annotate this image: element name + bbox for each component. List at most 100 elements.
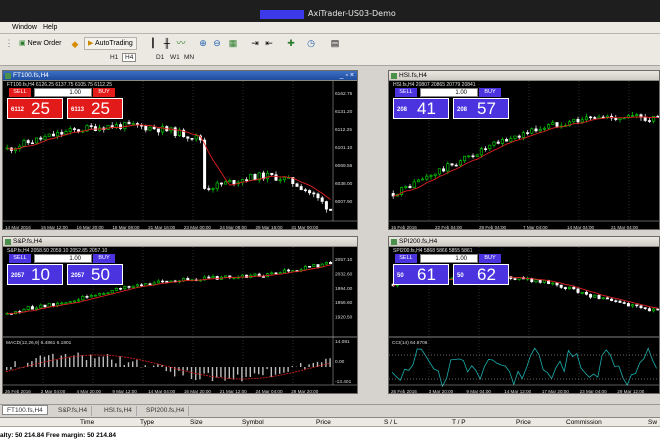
sell-quote[interactable]: 6112 25 bbox=[7, 98, 63, 119]
col-symbol[interactable]: Symbol bbox=[242, 419, 264, 426]
candle bbox=[500, 139, 504, 144]
chart-window-titlebar[interactable]: S&P.fs,H4 bbox=[3, 237, 357, 247]
buy-button[interactable]: BUY bbox=[479, 88, 501, 97]
candle bbox=[85, 296, 89, 298]
tab-ft100[interactable]: FT100.fs,H4 bbox=[2, 405, 48, 415]
candle bbox=[127, 121, 131, 125]
col-type[interactable]: Type bbox=[140, 419, 154, 426]
candle bbox=[509, 138, 513, 142]
candle bbox=[626, 303, 630, 307]
chart-area[interactable]: 2057.10 2032.60 1994.00 1956.60 1920.50 MACD(… bbox=[3, 247, 357, 393]
col-time[interactable]: Time bbox=[80, 419, 94, 426]
chart-window-titlebar[interactable]: SPI200.fs,H4 bbox=[389, 237, 659, 247]
buy-button[interactable]: BUY bbox=[93, 88, 115, 97]
candle bbox=[56, 302, 60, 306]
moving-average-line bbox=[7, 124, 331, 200]
indicators-icon[interactable]: ✚ bbox=[286, 38, 296, 48]
tab-spi200[interactable]: SPI200.fs,H4 bbox=[142, 406, 190, 416]
col-swap[interactable]: Sw bbox=[648, 419, 657, 426]
candle bbox=[127, 286, 131, 288]
new-order-button[interactable]: ▣ New Order bbox=[18, 37, 62, 50]
chart-window-titlebar[interactable]: HSI.fs,H4 bbox=[389, 71, 659, 81]
candlestick-icon[interactable]: ╫ bbox=[162, 38, 172, 48]
candle bbox=[416, 179, 420, 183]
lot-size-input[interactable]: 1.00 bbox=[34, 254, 92, 263]
candle bbox=[475, 154, 479, 157]
menu-window[interactable]: Window bbox=[12, 24, 37, 31]
candle bbox=[555, 122, 559, 127]
timeframe-d1[interactable]: D1 bbox=[156, 54, 164, 61]
lot-size-input[interactable]: 1.00 bbox=[420, 88, 478, 97]
bar-chart-icon[interactable]: ┃ bbox=[148, 38, 158, 48]
chart-area[interactable]: CCI(14) 64.8706 26 Feb 2016 3 Mar 20:00 9 M… bbox=[389, 247, 659, 393]
chart-window-hsi[interactable]: HSI.fs,H4 15 Feb 2016 22 Feb 04:00 29 Feb … bbox=[388, 70, 660, 230]
timeframe-mn[interactable]: MN bbox=[184, 54, 194, 61]
line-chart-icon[interactable]: 〰 bbox=[176, 38, 186, 48]
candle bbox=[308, 265, 312, 268]
autotrading-button[interactable]: ▶ AutoTrading bbox=[84, 37, 137, 50]
tile-windows-icon[interactable]: ▦ bbox=[228, 38, 238, 48]
timeframe-h1[interactable]: H1 bbox=[110, 54, 118, 61]
chart-shift-icon[interactable]: ⇤ bbox=[264, 38, 274, 48]
macd-histogram-bar bbox=[211, 367, 214, 382]
autoscroll-icon[interactable]: ⇥ bbox=[250, 38, 260, 48]
periods-icon[interactable]: ◷ bbox=[306, 38, 316, 48]
new-order-icon: ▣ bbox=[19, 40, 26, 47]
menu-help[interactable]: Help bbox=[43, 24, 57, 31]
sell-button[interactable]: SELL bbox=[395, 88, 417, 97]
candle bbox=[156, 128, 160, 133]
tab-hsi[interactable]: HSI.fs,H4 bbox=[100, 406, 137, 416]
col-tp[interactable]: T / P bbox=[452, 419, 466, 426]
col-commission[interactable]: Commission bbox=[566, 419, 602, 426]
timeframe-w1[interactable]: W1 bbox=[170, 54, 180, 61]
indicator-label: MACD(12,26,9) 6.4861 6.1801 bbox=[6, 340, 72, 346]
sell-quote[interactable]: 2057 10 bbox=[7, 264, 63, 285]
chart-area[interactable]: 6162.75 6131.20 6112.25 6101.10 6069.55 6038.… bbox=[3, 81, 357, 229]
buy-quote-prefix: 50 bbox=[457, 273, 464, 279]
sell-button[interactable]: SELL bbox=[395, 254, 417, 263]
col-price-current[interactable]: Price bbox=[516, 419, 531, 426]
timeframe-h4[interactable]: H4 bbox=[122, 53, 137, 62]
buy-quote[interactable]: 6113 25 bbox=[67, 98, 123, 119]
sell-button[interactable]: SELL bbox=[9, 88, 31, 97]
buy-quote[interactable]: 2057 50 bbox=[67, 264, 123, 285]
candle bbox=[274, 174, 278, 181]
col-sl[interactable]: S / L bbox=[384, 419, 397, 426]
candle bbox=[35, 307, 39, 310]
candle bbox=[56, 131, 60, 137]
candle bbox=[64, 302, 68, 305]
col-price[interactable]: Price bbox=[316, 419, 331, 426]
sell-quote[interactable]: 50 61 bbox=[393, 264, 449, 285]
one-click-trading-panel: SELL 1.00 BUY 208 41 208 57 bbox=[393, 88, 511, 121]
col-size[interactable]: Size bbox=[190, 419, 203, 426]
chart-window-ft100[interactable]: FT100.fs,H4 _ ▫ × 6162.75 6131.20 6112.25 61… bbox=[2, 70, 358, 230]
buy-button[interactable]: BUY bbox=[93, 254, 115, 263]
macd-histogram-bar bbox=[111, 359, 113, 367]
candle bbox=[521, 132, 525, 138]
buy-button[interactable]: BUY bbox=[479, 254, 501, 263]
chart-window-titlebar[interactable]: FT100.fs,H4 _ ▫ × bbox=[3, 71, 357, 81]
candle bbox=[593, 294, 597, 298]
lot-size-input[interactable]: 1.00 bbox=[34, 88, 92, 97]
lot-size-input[interactable]: 1.00 bbox=[420, 254, 478, 263]
tab-sp[interactable]: S&P.fs,H4 bbox=[54, 406, 93, 416]
candle bbox=[270, 172, 274, 176]
buy-quote[interactable]: 208 57 bbox=[453, 98, 509, 119]
chart-area[interactable]: 15 Feb 2016 22 Feb 04:00 29 Feb 04:00 7 Mar… bbox=[389, 81, 659, 229]
macd-histogram-bar bbox=[127, 362, 130, 367]
price-tick-label: 6162.75 bbox=[335, 91, 353, 97]
time-tick-label: 3 Mar 20:00 bbox=[429, 389, 454, 393]
chart-window-sp[interactable]: S&P.fs,H4 2057.10 2032.60 1994.00 1956.60 19… bbox=[2, 236, 358, 394]
candle bbox=[245, 179, 249, 181]
candle bbox=[232, 180, 236, 185]
sell-quote[interactable]: 208 41 bbox=[393, 98, 449, 119]
sell-button[interactable]: SELL bbox=[9, 254, 31, 263]
buy-quote[interactable]: 50 62 bbox=[453, 264, 509, 285]
templates-icon[interactable]: ▤ bbox=[330, 38, 340, 48]
meta-editor-icon[interactable]: ◆ bbox=[70, 39, 80, 49]
chart-window-spi200[interactable]: SPI200.fs,H4 CCI(14) 64.8706 26 Feb 2016 3… bbox=[388, 236, 660, 394]
macd-histogram-bar bbox=[283, 367, 285, 373]
zoom-in-icon[interactable]: ⊕ bbox=[198, 38, 208, 48]
window-controls-icon[interactable]: _ ▫ × bbox=[340, 71, 354, 81]
zoom-out-icon[interactable]: ⊖ bbox=[212, 38, 222, 48]
